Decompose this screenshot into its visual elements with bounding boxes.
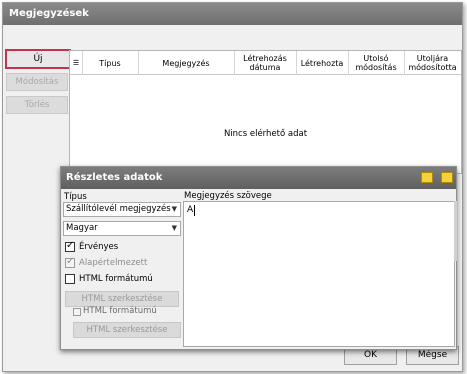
save-icon[interactable] (421, 172, 433, 183)
ghost-html-edit-button[interactable]: HTML szerkesztése (73, 322, 181, 338)
valid-checkbox[interactable]: ✓ (65, 240, 75, 252)
checkmark-icon: ✓ (66, 240, 75, 251)
empty-message: Nincs elérhető adat (223, 129, 308, 139)
valid-label: Érvényes (79, 242, 119, 252)
html-edit-button[interactable]: HTML szerkesztése (65, 291, 179, 307)
type-select[interactable]: Szállítólevél megjegyzés ▼ (63, 202, 181, 217)
type-select-value: Szállítólevél megjegyzés (66, 204, 171, 214)
window-title: Megjegyzések (3, 3, 462, 25)
notes-grid[interactable]: ☰ Típus Megjegyzés Létrehozás dátuma Lét… (69, 50, 462, 174)
ghost-html-format-label: HTML formátumú (83, 306, 157, 316)
ghost-html-format-checkbox[interactable] (73, 308, 81, 316)
modify-button[interactable]: Módosítás (6, 73, 68, 91)
note-text-area[interactable]: A (183, 201, 455, 347)
delete-button[interactable]: Törlés (6, 96, 68, 114)
language-select-value: Magyar (66, 223, 98, 233)
column-created-date[interactable]: Létrehozás dátuma (234, 51, 297, 75)
default-checkbox[interactable]: ✓ (65, 256, 75, 268)
column-note[interactable]: Megjegyzés (138, 51, 235, 75)
column-modified-by[interactable]: Utoljára módosította (404, 51, 461, 75)
new-button[interactable]: Új (5, 49, 71, 69)
note-text-label: Megjegyzés szövege (184, 191, 272, 201)
html-format-label: HTML formátumú (79, 274, 153, 284)
column-created-by[interactable]: Létrehozta (296, 51, 349, 75)
chevron-down-icon: ▼ (171, 205, 177, 213)
checkmark-icon: ✓ (66, 256, 75, 267)
details-title: Részletes adatok (61, 167, 456, 189)
text-caret (194, 205, 195, 216)
html-format-checkbox[interactable] (65, 274, 75, 284)
grid-header: ☰ Típus Megjegyzés Létrehozás dátuma Lét… (70, 51, 461, 75)
column-type[interactable]: Típus (82, 51, 139, 75)
default-label: Alapértelmezett (79, 258, 148, 268)
chevron-down-icon: ▼ (171, 224, 177, 232)
collapse-icon[interactable] (441, 172, 453, 183)
details-panel: Részletes adatok Típus Szállítólevél meg… (60, 166, 457, 350)
scrollbar[interactable] (454, 201, 457, 261)
language-select[interactable]: Magyar ▼ (63, 221, 181, 236)
type-label: Típus (64, 192, 87, 202)
note-text-value: A (187, 205, 194, 215)
column-modified-date[interactable]: Utolsó módosítás (348, 51, 405, 75)
